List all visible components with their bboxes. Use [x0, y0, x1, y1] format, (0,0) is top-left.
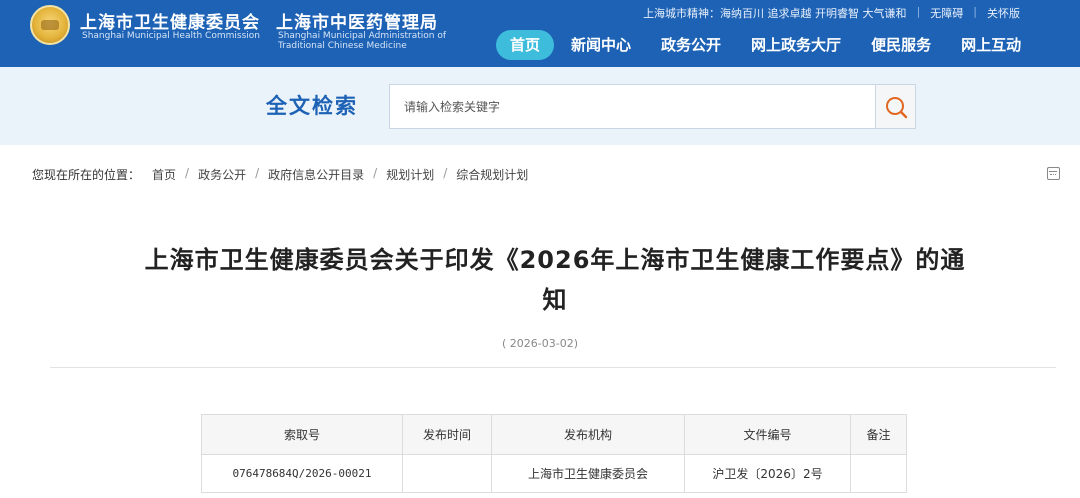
top-utility-bar: 上海城市精神：海纳百川 追求卓越 开明睿智 大气谦和 | 无障碍 | 关怀版 [633, 5, 1030, 21]
nav-item-public-service[interactable]: 便民服务 [858, 30, 944, 60]
breadcrumb-lead: 您现在所在的位置： [32, 168, 141, 182]
cell-index-no: 076478684Q/2026-00021 [201, 454, 403, 493]
cell-publish-date [402, 454, 492, 493]
table-header-row: 索取号 发布时间 发布机构 文件编号 备注 [201, 414, 907, 455]
elderly-mode-link[interactable]: 关怀版 [977, 5, 1030, 21]
org-name-health-commission[interactable]: 上海市卫生健康委员会 [80, 8, 260, 33]
search-band: 全文检索 [0, 67, 1080, 145]
emblem-logo[interactable] [30, 5, 70, 45]
breadcrumb-separator: / [443, 166, 448, 180]
column-header-publisher: 发布机构 [491, 414, 685, 455]
site-header: 上海市卫生健康委员会 Shanghai Municipal Health Com… [0, 0, 1080, 67]
search-icon [886, 97, 908, 119]
org-name-tcm-administration[interactable]: 上海市中医药管理局 [276, 8, 438, 33]
search-input[interactable] [389, 84, 876, 129]
nav-item-online-hall[interactable]: 网上政务大厅 [738, 30, 854, 60]
nav-item-news[interactable]: 新闻中心 [558, 30, 644, 60]
article-title: 上海市卫生健康委员会关于印发《2026年上海市卫生健康工作要点》的通知 [144, 246, 966, 314]
org-name-health-commission-en: Shanghai Municipal Health Commission [82, 31, 260, 41]
cell-publisher: 上海市卫生健康委员会 [491, 454, 685, 493]
cell-doc-no: 沪卫发〔2026〕2号 [684, 454, 851, 493]
cell-remark [850, 454, 907, 493]
column-header-publish-date: 发布时间 [402, 414, 492, 455]
nav-item-home[interactable]: 首页 [496, 30, 555, 60]
nav-item-interaction[interactable]: 网上互动 [948, 30, 1034, 60]
article-date: ( 2026-03-02) [501, 337, 578, 350]
column-header-doc-no: 文件编号 [684, 414, 851, 455]
search-button[interactable] [875, 84, 916, 129]
calendar-icon[interactable] [1047, 167, 1060, 180]
breadcrumb-separator: / [373, 166, 378, 180]
breadcrumb-item-general-plans[interactable]: 综合规划计划 [456, 166, 528, 183]
breadcrumb: 您现在所在的位置： 首页 / 政务公开 / 政府信息公开目录 / 规划计划 / … [32, 166, 528, 183]
city-spirit-text: 上海城市精神：海纳百川 追求卓越 开明睿智 大气谦和 [643, 7, 907, 20]
table-row: 076478684Q/2026-00021 上海市卫生健康委员会 沪卫发〔202… [201, 454, 907, 493]
divider [50, 367, 1056, 368]
breadcrumb-item-gov-affairs[interactable]: 政务公开 [198, 166, 246, 183]
org-name-tcm-administration-en: Shanghai Municipal Administration of Tra… [278, 31, 447, 51]
breadcrumb-item-plans[interactable]: 规划计划 [386, 166, 434, 183]
nav-item-gov-affairs[interactable]: 政务公开 [648, 30, 734, 60]
breadcrumb-item-info-catalog[interactable]: 政府信息公开目录 [268, 166, 364, 183]
column-header-index-no: 索取号 [201, 414, 403, 455]
breadcrumb-separator: / [185, 166, 190, 180]
breadcrumb-separator: / [255, 166, 260, 180]
column-header-remark: 备注 [850, 414, 907, 455]
search-title: 全文检索 [266, 94, 358, 118]
breadcrumb-item-home[interactable]: 首页 [152, 166, 176, 183]
main-nav: 首页 新闻中心 政务公开 网上政务大厅 便民服务 网上互动 [496, 30, 1038, 60]
document-info-table: 索取号 发布时间 发布机构 文件编号 备注 076478684Q/2026-00… [201, 414, 907, 493]
accessibility-link[interactable]: 无障碍 [920, 5, 973, 21]
